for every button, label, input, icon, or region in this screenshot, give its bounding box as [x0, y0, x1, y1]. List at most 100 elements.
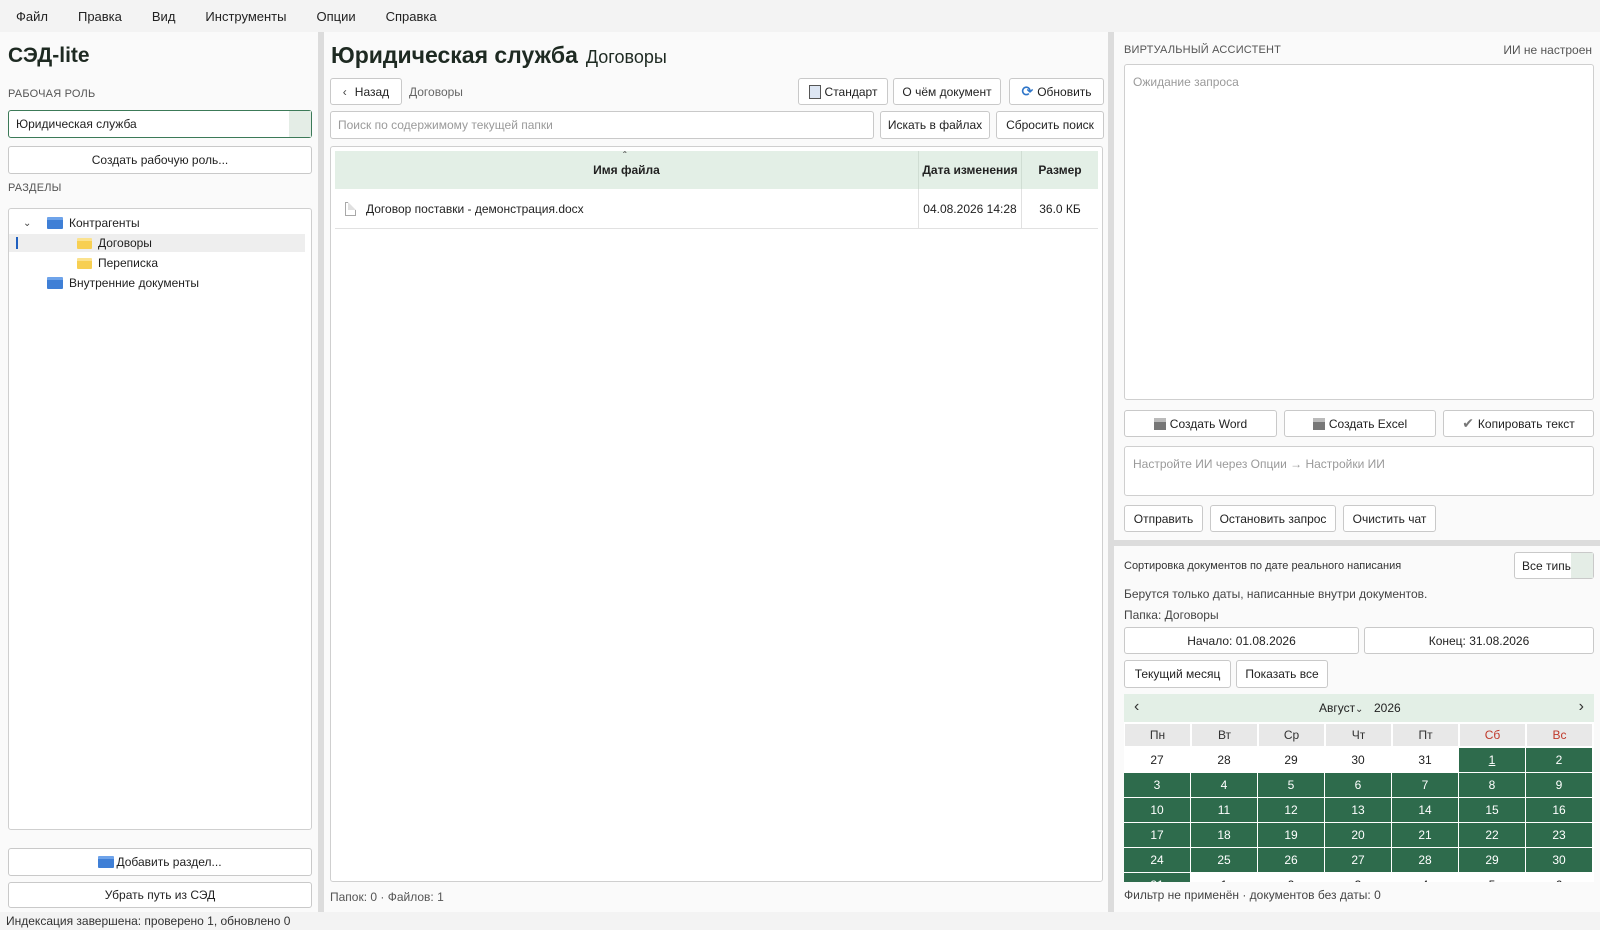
- column-header-date[interactable]: Дата изменения: [919, 151, 1022, 189]
- calendar-day[interactable]: 30: [1325, 748, 1391, 772]
- search-placeholder: Поиск по содержимому текущей папки: [338, 118, 553, 132]
- calendar-day[interactable]: 8: [1459, 773, 1525, 797]
- calendar-day[interactable]: 6: [1325, 773, 1391, 797]
- file-date-cell[interactable]: 04.08.2026 14:28: [919, 189, 1022, 229]
- end-date-button[interactable]: Конец: 31.08.2026: [1364, 627, 1594, 654]
- calendar-year[interactable]: 2026: [1374, 701, 1401, 715]
- stop-request-button[interactable]: Остановить запрос: [1210, 505, 1336, 532]
- file-size-cell[interactable]: 36.0 КБ: [1022, 189, 1098, 229]
- sections-tree[interactable]: ⌄ Контрагенты Договоры Переписка Внутрен…: [8, 208, 312, 830]
- calendar-day[interactable]: 12: [1258, 798, 1324, 822]
- create-word-button[interactable]: Создать Word: [1124, 410, 1277, 437]
- calendar-day[interactable]: 19: [1258, 823, 1324, 847]
- calendar-day[interactable]: 2: [1258, 873, 1324, 882]
- calendar-day[interactable]: 2: [1526, 748, 1592, 772]
- calendar-day[interactable]: 16: [1526, 798, 1592, 822]
- calendar-day[interactable]: 13: [1325, 798, 1391, 822]
- role-value: Юридическая служба: [16, 117, 137, 131]
- calendar-day[interactable]: 17: [1124, 823, 1190, 847]
- tree-item-internal[interactable]: Внутренние документы: [47, 274, 199, 292]
- search-files-button[interactable]: Искать в файлах: [880, 111, 990, 139]
- calendar-day[interactable]: 29: [1459, 848, 1525, 872]
- calendar-day[interactable]: 30: [1526, 848, 1592, 872]
- calendar-month[interactable]: Август: [1319, 701, 1355, 715]
- column-header-size[interactable]: Размер: [1022, 151, 1098, 189]
- calendar-day[interactable]: 23: [1526, 823, 1592, 847]
- calendar-day[interactable]: 27: [1124, 748, 1190, 772]
- calendar-day[interactable]: 28: [1392, 848, 1458, 872]
- menu-options[interactable]: Опции: [304, 9, 367, 24]
- role-title: Юридическая служба: [331, 42, 578, 68]
- calendar-day[interactable]: 1: [1191, 873, 1257, 882]
- calendar-day[interactable]: 31: [1124, 873, 1190, 882]
- refresh-button[interactable]: ⟳ Обновить: [1009, 78, 1104, 105]
- remove-path-button[interactable]: Убрать путь из СЭД: [8, 882, 312, 908]
- create-excel-button[interactable]: Создать Excel: [1284, 410, 1436, 437]
- calendar-day[interactable]: 10: [1124, 798, 1190, 822]
- calendar-day[interactable]: 11: [1191, 798, 1257, 822]
- checkmark-icon: ✔: [1462, 415, 1474, 431]
- create-role-button[interactable]: Создать рабочую роль...: [8, 146, 312, 174]
- calendar-day[interactable]: 26: [1258, 848, 1324, 872]
- chevron-down-icon[interactable]: ⌄: [23, 218, 37, 229]
- current-month-button[interactable]: Текущий месяц: [1124, 660, 1231, 688]
- menu-help[interactable]: Справка: [374, 9, 449, 24]
- tree-label-internal: Внутренние документы: [69, 276, 200, 290]
- column-header-name[interactable]: ˆ Имя файла: [335, 151, 919, 189]
- about-document-button[interactable]: О чём документ: [893, 78, 1001, 105]
- calendar-day[interactable]: 1: [1459, 748, 1525, 772]
- doc-type-select[interactable]: Все типы: [1514, 552, 1594, 579]
- start-date-button[interactable]: Начало: 01.08.2026: [1124, 627, 1359, 654]
- weekday-header: Пн: [1125, 724, 1190, 746]
- menu-file[interactable]: Файл: [4, 9, 60, 24]
- calendar-day[interactable]: 25: [1191, 848, 1257, 872]
- menu-view[interactable]: Вид: [140, 9, 188, 24]
- tree-item-correspondence[interactable]: Переписка: [77, 254, 158, 272]
- send-button[interactable]: Отправить: [1124, 505, 1203, 532]
- calendar-day[interactable]: 28: [1191, 748, 1257, 772]
- calendar-day[interactable]: 24: [1124, 848, 1190, 872]
- assistant-prompt-input[interactable]: Настройте ИИ через Опции → Настройки ИИ: [1124, 446, 1594, 496]
- calendar-day[interactable]: 9: [1526, 773, 1592, 797]
- sort-folder: Папка: Договоры: [1124, 608, 1219, 622]
- calendar-day[interactable]: 27: [1325, 848, 1391, 872]
- calendar-day[interactable]: 6: [1526, 873, 1592, 882]
- tree-item-contracts[interactable]: Договоры: [9, 234, 305, 252]
- sort-ascending-icon: ˆ: [623, 151, 627, 162]
- calendar-day[interactable]: 18: [1191, 823, 1257, 847]
- calendar-day[interactable]: 5: [1459, 873, 1525, 882]
- chevron-right-icon[interactable]: ›: [1579, 698, 1584, 716]
- tree-label-correspondence: Переписка: [98, 256, 159, 270]
- calendar-day[interactable]: 4: [1392, 873, 1458, 882]
- calendar-day[interactable]: 3: [1124, 773, 1190, 797]
- create-excel-label: Создать Excel: [1328, 416, 1408, 431]
- calendar-day[interactable]: 4: [1191, 773, 1257, 797]
- calendar-day[interactable]: 20: [1325, 823, 1391, 847]
- search-input[interactable]: Поиск по содержимому текущей папки: [330, 111, 874, 139]
- calendar-day[interactable]: 22: [1459, 823, 1525, 847]
- column-size-label: Размер: [1038, 163, 1082, 177]
- tree-item-contragents[interactable]: ⌄ Контрагенты: [23, 214, 140, 232]
- calendar-day[interactable]: 5: [1258, 773, 1324, 797]
- assistant-output[interactable]: Ожидание запроса: [1124, 64, 1594, 400]
- chevron-left-icon[interactable]: ‹: [1134, 698, 1139, 716]
- calendar-day[interactable]: 31: [1392, 748, 1458, 772]
- calendar-day[interactable]: 29: [1258, 748, 1324, 772]
- calendar-nav: ‹ Август ⌄ 2026 ›: [1124, 694, 1594, 722]
- add-section-button[interactable]: Добавить раздел...: [8, 848, 312, 876]
- calendar-day[interactable]: 21: [1392, 823, 1458, 847]
- calendar-day[interactable]: 15: [1459, 798, 1525, 822]
- standard-button[interactable]: Стандарт: [798, 78, 888, 105]
- calendar-day[interactable]: 3: [1325, 873, 1391, 882]
- calendar-day[interactable]: 7: [1392, 773, 1458, 797]
- role-select[interactable]: Юридическая служба: [8, 110, 312, 138]
- back-button[interactable]: ‹ Назад: [330, 78, 402, 105]
- file-name-cell[interactable]: Договор поставки - демонстрация.docx: [335, 189, 919, 229]
- copy-text-button[interactable]: ✔ Копировать текст: [1443, 410, 1594, 437]
- calendar-day[interactable]: 14: [1392, 798, 1458, 822]
- reset-search-button[interactable]: Сбросить поиск: [996, 111, 1104, 139]
- show-all-button[interactable]: Показать все: [1236, 660, 1328, 688]
- clear-chat-button[interactable]: Очистить чат: [1343, 505, 1436, 532]
- menu-tools[interactable]: Инструменты: [193, 9, 298, 24]
- menu-edit[interactable]: Правка: [66, 9, 134, 24]
